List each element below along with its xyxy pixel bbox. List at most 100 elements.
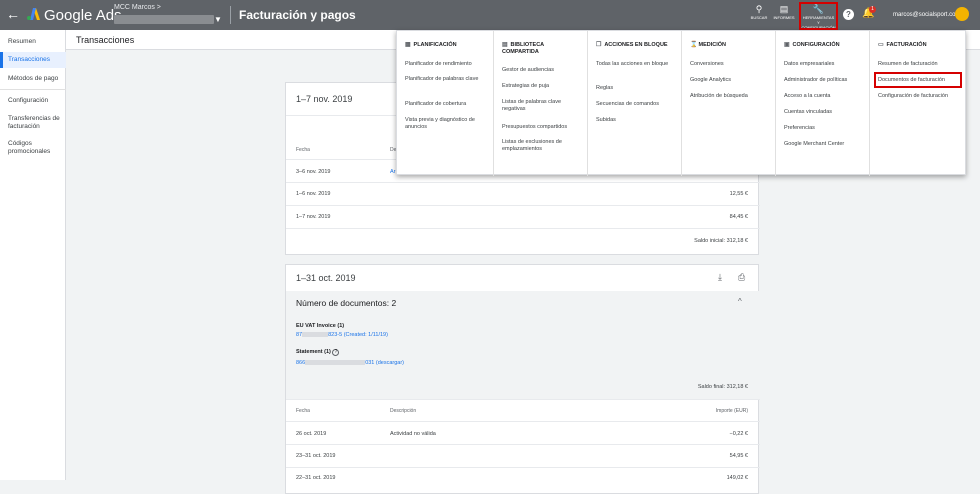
reports-icon: ▤ <box>779 4 789 14</box>
tools-menu: ▦ PLANIFICACIÓN Planificador de rendimie… <box>396 30 966 176</box>
hourglass-icon: ⌛ <box>690 42 698 48</box>
invoice-suffix: 823-5 (Created: 1/11/19) <box>328 332 388 338</box>
menu-item[interactable]: Atribución de búsqueda <box>690 93 772 100</box>
menu-item[interactable]: Resumen de facturación <box>878 61 963 68</box>
redacted-id <box>305 360 366 366</box>
reports-button[interactable]: ▤ INFORMES <box>773 4 795 28</box>
sidebar-item-transacciones[interactable]: Transacciones <box>0 52 66 68</box>
table-cell-date: 26 oct. 2019 <box>296 431 327 437</box>
account-id-redacted <box>114 15 214 24</box>
help-icon[interactable]: ? <box>843 9 854 20</box>
menu-item[interactable]: Configuración de facturación <box>878 93 963 100</box>
opening-balance: Saldo inicial: 312,18 € <box>694 238 748 244</box>
card-icon: ▭ <box>878 42 884 48</box>
top-bar: ← Google Ads MCC Marcos > ▼ Facturación … <box>0 0 980 30</box>
brand-name: Google Ads <box>44 7 122 24</box>
menu-item[interactable]: Presupuestos compartidos <box>502 124 584 131</box>
menu-column-header: ❐ ACCIONES EN BLOQUE <box>596 42 668 49</box>
page-title: Facturación y pagos <box>239 8 356 22</box>
menu-column-header: ▭ FACTURACIÓN <box>878 42 927 49</box>
menu-item[interactable]: Gestor de audiencias <box>502 67 584 74</box>
menu-item[interactable]: Secuencias de comandos <box>596 101 678 108</box>
menu-item[interactable]: Listas de palabras clave negativas <box>502 99 584 113</box>
menu-item[interactable]: Conversiones <box>690 61 772 68</box>
column-header-date: Fecha <box>296 408 310 414</box>
table-cell-amount: 54,95 € <box>729 453 748 459</box>
menu-item[interactable]: Administrador de políticas <box>784 77 866 84</box>
table-cell-date: 3–6 nov. 2019 <box>296 169 331 175</box>
print-icon[interactable]: ⎙ <box>738 272 745 283</box>
divider <box>286 421 760 422</box>
menu-column-medicion: ⌛ MEDICIÓN Conversiones Google Analytics… <box>682 31 776 176</box>
menu-item[interactable]: Vista previa y diagnóstico de anuncios <box>405 117 490 131</box>
menu-item[interactable]: Listas de exclusiones de emplazamientos <box>502 139 584 153</box>
table-cell-date: 22–31 oct. 2019 <box>296 475 336 481</box>
menu-column-title: MEDICIÓN <box>698 42 727 48</box>
menu-item[interactable]: Planificador de palabras clave <box>405 76 490 83</box>
search-button[interactable]: ⚲ BUSCAR <box>750 4 768 28</box>
help-icon[interactable]: ? <box>332 349 340 356</box>
documents-summary: Número de documentos: 2 ^ EU VAT Invoice… <box>286 291 760 399</box>
chevron-down-icon: ▼ <box>214 15 222 24</box>
invoice-link[interactable]: 87 823-5 (Created: 1/11/19) <box>296 332 388 338</box>
account-label: MCC Marcos > <box>114 4 161 11</box>
divider <box>286 444 760 445</box>
divider <box>286 399 760 400</box>
notification-badge: 1 <box>869 6 876 13</box>
sidebar-item-resumen[interactable]: Resumen <box>0 38 66 46</box>
menu-column-biblioteca: ▤ BIBLIOTECA COMPARTIDA Gestor de audien… <box>494 31 588 176</box>
menu-item[interactable]: Estrategias de puja <box>502 83 584 90</box>
avatar[interactable] <box>955 7 969 21</box>
menu-item[interactable]: Todas las acciones en bloque <box>596 61 678 68</box>
table-cell-date: 1–7 nov. 2019 <box>296 214 331 220</box>
table-cell-amount: −0,22 € <box>729 431 748 437</box>
google-ads-logo-icon <box>27 8 40 20</box>
transactions-card-oct: 1–31 oct. 2019 ⤓ ⎙ Número de documentos:… <box>285 264 760 494</box>
menu-column-configuracion: ▣ CONFIGURACIÓN Datos empresariales Admi… <box>776 31 870 176</box>
search-label: BUSCAR <box>750 15 768 20</box>
calendar-icon: ▦ <box>405 42 411 48</box>
sidebar-item-transferencias[interactable]: Transferencias de facturación <box>0 115 60 131</box>
chevron-up-icon[interactable]: ^ <box>738 297 742 306</box>
sidebar: Resumen Transacciones Métodos de pago Co… <box>0 30 66 480</box>
sidebar-item-metodos-pago[interactable]: Métodos de pago <box>0 75 66 83</box>
menu-column-header: ▦ PLANIFICACIÓN <box>405 42 457 49</box>
menu-item[interactable]: Datos empresariales <box>784 61 866 68</box>
documents-highlight <box>874 72 962 88</box>
redacted-id <box>302 332 329 338</box>
table-cell-desc[interactable]: Ar <box>390 169 396 175</box>
sidebar-divider <box>0 89 66 90</box>
download-icon[interactable]: ⤓ <box>718 272 722 283</box>
section-title: Transacciones <box>76 35 135 45</box>
settings-icon: ▣ <box>784 42 790 48</box>
menu-item[interactable]: Google Merchant Center <box>784 141 854 148</box>
statement-link[interactable]: 866 031 (descargar) <box>296 360 404 366</box>
library-icon: ▤ <box>502 42 508 48</box>
column-header-desc: Descripción <box>390 408 417 414</box>
reports-label: INFORMES <box>773 15 795 20</box>
menu-item[interactable]: Planificador de rendimiento <box>405 61 490 68</box>
menu-item[interactable]: Reglas <box>596 85 678 92</box>
menu-item[interactable]: Preferencias <box>784 125 866 132</box>
menu-item[interactable]: Cuentas vinculadas <box>784 109 866 116</box>
column-header-amount: Importe (EUR) <box>715 408 748 414</box>
statement-suffix: 031 (descargar) <box>365 360 405 366</box>
menu-column-facturacion: ▭ FACTURACIÓN Resumen de facturación Doc… <box>870 31 966 176</box>
account-switcher[interactable]: MCC Marcos > ▼ <box>114 4 224 26</box>
table-cell-date: 23–31 oct. 2019 <box>296 453 336 459</box>
menu-item[interactable]: Subidas <box>596 117 678 124</box>
table-cell-date: 1–6 nov. 2019 <box>296 191 331 197</box>
column-header-date: Fecha <box>296 147 310 153</box>
search-icon: ⚲ <box>755 4 763 14</box>
menu-column-header: ⌛ MEDICIÓN <box>690 42 726 49</box>
sidebar-item-codigos[interactable]: Códigos promocionales <box>0 140 60 156</box>
invoice-title: EU VAT Invoice (1) <box>296 323 345 329</box>
menu-column-planificacion: ▦ PLANIFICACIÓN Planificador de rendimie… <box>397 31 494 176</box>
sidebar-item-configuracion[interactable]: Configuración <box>0 97 66 105</box>
menu-column-title: BIBLIOTECA COMPARTIDA <box>502 42 544 55</box>
menu-item[interactable]: Google Analytics <box>690 77 772 84</box>
menu-item[interactable]: Planificador de cobertura <box>405 101 490 108</box>
back-arrow-icon[interactable]: ← <box>6 7 20 21</box>
closing-balance: Saldo final: 312,18 € <box>697 384 748 390</box>
menu-item[interactable]: Acceso a la cuenta <box>784 93 866 100</box>
